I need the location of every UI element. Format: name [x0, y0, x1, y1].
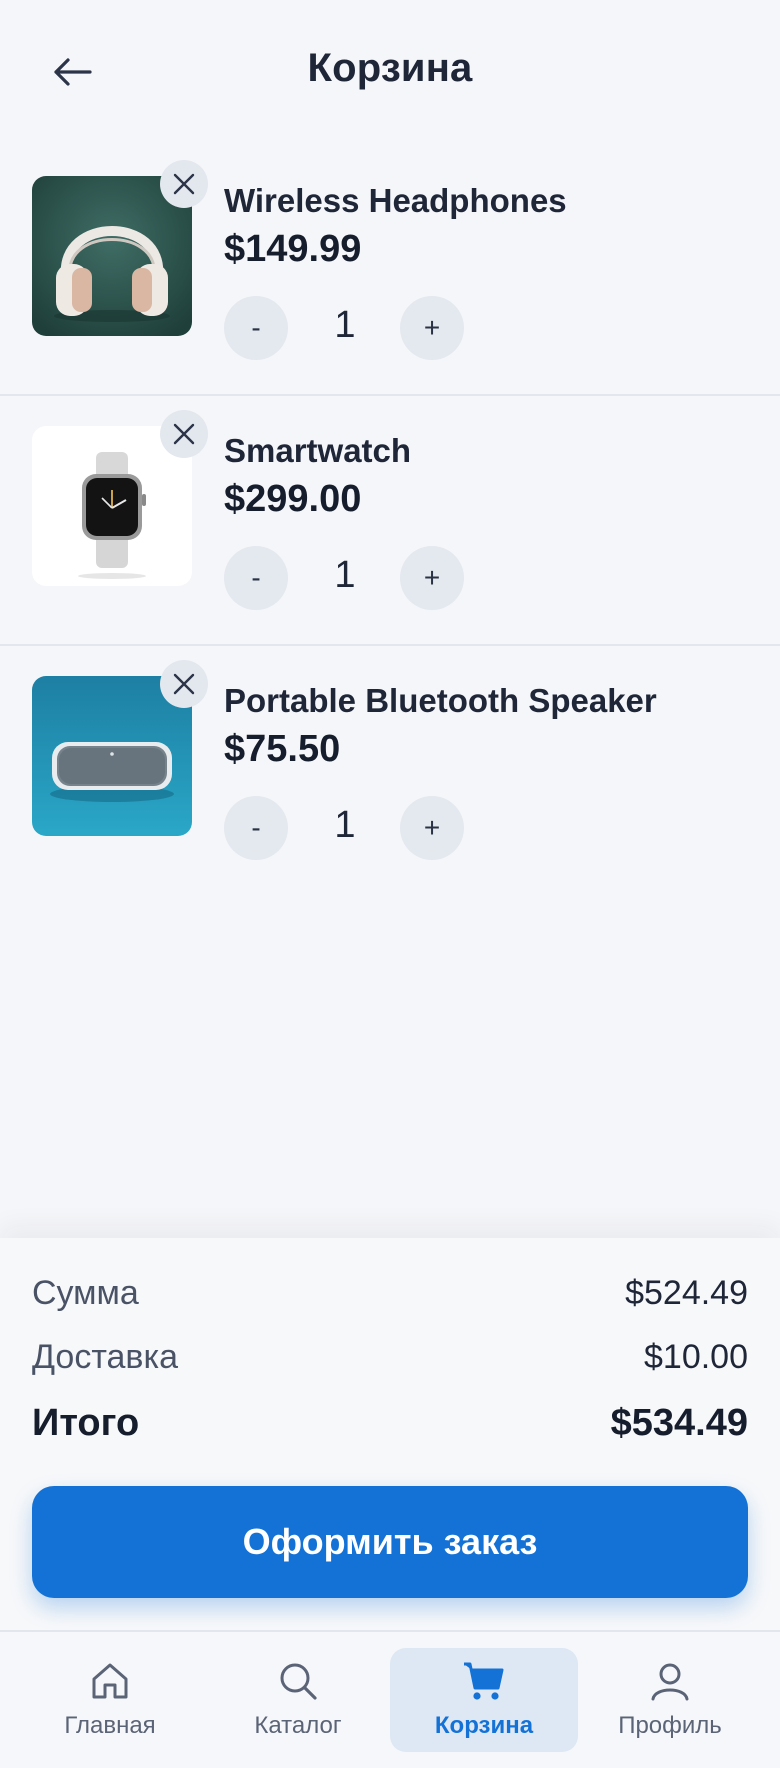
- total-label: Итого: [32, 1402, 140, 1444]
- increase-quantity-button[interactable]: +: [400, 796, 464, 860]
- cart-item: Wireless Headphones $149.99 - 1 +: [0, 146, 780, 396]
- increase-quantity-button[interactable]: +: [400, 296, 464, 360]
- decrease-quantity-button[interactable]: -: [224, 296, 288, 360]
- cart-item: Portable Bluetooth Speaker $75.50 - 1 +: [0, 646, 780, 896]
- product-price: $299.00: [224, 478, 362, 520]
- quantity-value: 1: [334, 804, 356, 846]
- quantity-value: 1: [334, 554, 356, 596]
- bottom-navigation: Главная Каталог Корзина Профиль: [0, 1630, 780, 1768]
- product-price: $75.50: [224, 728, 341, 770]
- checkout-button[interactable]: Оформить заказ: [32, 1486, 748, 1598]
- nav-item-catalog[interactable]: Каталог: [204, 1648, 392, 1752]
- search-icon: [280, 1663, 317, 1700]
- cart-icon: [464, 1662, 504, 1700]
- delivery-row: Доставка $10.00: [32, 1338, 748, 1377]
- decrease-quantity-button[interactable]: -: [224, 796, 288, 860]
- order-summary: Сумма $524.49 Доставка $10.00 Итого $534…: [0, 1238, 780, 1630]
- nav-label: Корзина: [434, 1712, 534, 1739]
- page-title: Корзина: [307, 46, 473, 90]
- product-name: Wireless Headphones: [224, 182, 567, 219]
- quantity-value: 1: [334, 304, 356, 346]
- remove-item-button[interactable]: [160, 410, 208, 458]
- subtotal-row: Сумма $524.49: [32, 1274, 748, 1313]
- product-price: $149.99: [224, 228, 362, 270]
- remove-item-button[interactable]: [160, 660, 208, 708]
- subtotal-value: $524.49: [625, 1274, 748, 1312]
- nav-label: Главная: [64, 1712, 156, 1739]
- home-icon: [92, 1663, 128, 1699]
- nav-item-home[interactable]: Главная: [16, 1648, 204, 1752]
- product-name: Portable Bluetooth Speaker: [224, 682, 657, 719]
- total-row: Итого $534.49: [32, 1402, 748, 1445]
- delivery-value: $10.00: [644, 1338, 748, 1376]
- cart-item: Smartwatch $299.00 - 1 +: [0, 396, 780, 646]
- nav-item-cart[interactable]: Корзина: [390, 1648, 578, 1752]
- close-icon: [173, 423, 195, 445]
- nav-label: Профиль: [618, 1712, 722, 1739]
- subtotal-label: Сумма: [32, 1274, 139, 1312]
- nav-item-profile[interactable]: Профиль: [576, 1648, 764, 1752]
- increase-quantity-button[interactable]: +: [400, 546, 464, 610]
- product-name: Smartwatch: [224, 432, 412, 469]
- delivery-label: Доставка: [32, 1338, 179, 1376]
- close-icon: [173, 173, 195, 195]
- user-icon: [651, 1663, 689, 1701]
- app-header: Корзина: [0, 0, 780, 146]
- remove-item-button[interactable]: [160, 160, 208, 208]
- decrease-quantity-button[interactable]: -: [224, 546, 288, 610]
- total-value: $534.49: [610, 1402, 748, 1444]
- nav-label: Каталог: [254, 1712, 342, 1739]
- cart-list: Wireless Headphones $149.99 - 1 + Smartw…: [0, 146, 780, 896]
- close-icon: [173, 673, 195, 695]
